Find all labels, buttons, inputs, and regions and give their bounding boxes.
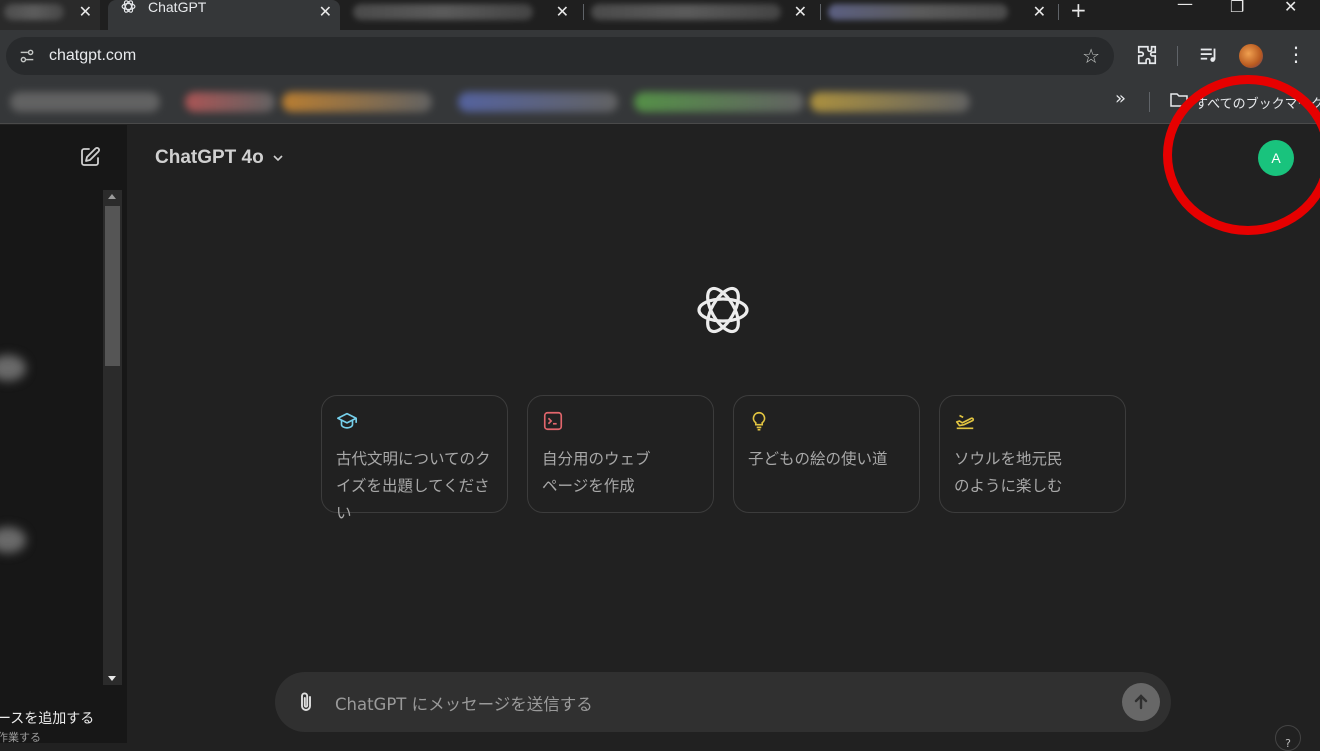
suggestion-text: 自分用のウェブ ページを作成 xyxy=(542,450,651,495)
browser-toolbar: chatgpt.com ☆ ⋮ xyxy=(0,30,1320,80)
bookmark-item[interactable] xyxy=(810,92,970,112)
chevron-down-icon xyxy=(273,155,283,162)
tab-close-icon[interactable]: ✕ xyxy=(79,2,92,21)
window-close-button[interactable]: ✕ xyxy=(1284,0,1297,16)
browser-tab-active[interactable]: ChatGPT ✕ xyxy=(108,0,340,30)
tab-close-icon[interactable]: ✕ xyxy=(794,2,807,21)
url-text[interactable]: chatgpt.com xyxy=(49,47,136,65)
tab-close-icon[interactable]: ✕ xyxy=(556,2,569,21)
browser-tab[interactable]: ✕ xyxy=(822,0,1054,30)
openai-logo-icon xyxy=(697,286,749,334)
suggestion-text: 古代文明についてのク イズを出題してください xyxy=(336,450,491,522)
bookmark-item[interactable] xyxy=(282,92,432,112)
chat-sidebar: ースを追加する 作業する xyxy=(0,125,127,744)
bookmark-item[interactable] xyxy=(634,92,804,112)
browser-tab[interactable]: ✕ xyxy=(0,0,100,30)
suggestion-card[interactable]: 自分用のウェブ ページを作成 xyxy=(527,395,714,513)
help-label: ? xyxy=(1285,737,1291,750)
tab-title: ChatGPT xyxy=(148,0,207,15)
lightbulb-icon xyxy=(752,411,766,431)
scroll-up-arrow-icon[interactable] xyxy=(108,194,116,199)
bookmark-item[interactable] xyxy=(10,92,160,112)
suggestion-text: ソウルを地元民 のように楽しむ xyxy=(954,450,1063,495)
message-input[interactable]: ChatGPT にメッセージを送信する xyxy=(335,691,593,715)
site-settings-icon[interactable] xyxy=(18,47,36,65)
arrow-up-icon xyxy=(1134,694,1148,710)
address-bar[interactable]: chatgpt.com ☆ xyxy=(6,37,1114,75)
graduation-cap-icon xyxy=(337,412,357,429)
highlight-circle xyxy=(1163,75,1320,235)
bookmark-item[interactable] xyxy=(458,92,618,112)
tab-close-icon[interactable]: ✕ xyxy=(1033,2,1046,21)
scrollbar-thumb[interactable] xyxy=(105,206,120,366)
tab-close-icon[interactable]: ✕ xyxy=(319,2,332,21)
model-selector-label: ChatGPT 4o xyxy=(155,147,264,168)
suggestion-cards: 古代文明についてのク イズを出題してください 自分用のウェブ ページを作成 子どもの… xyxy=(321,395,1126,522)
terminal-icon xyxy=(543,411,563,431)
suggestion-card[interactable]: 子どもの絵の使い道 xyxy=(733,395,920,513)
model-selector[interactable]: ChatGPT 4o xyxy=(155,147,284,169)
minimize-button[interactable]: — xyxy=(1177,0,1193,13)
chat-main: ChatGPT 4o A 古代文明についてのク イズを出題してください 自分用のウ… xyxy=(127,125,1320,751)
bookmark-star-icon[interactable]: ☆ xyxy=(1082,44,1100,68)
bookmarks-overflow-button[interactable]: » xyxy=(1115,88,1126,109)
restore-button[interactable]: ❐ xyxy=(1230,0,1244,16)
browser-tab-strip: ✕ ChatGPT ✕ ✕ ✕ ✕ + — ❐ ✕ xyxy=(0,0,1320,30)
extensions-icon[interactable] xyxy=(1136,44,1158,66)
help-button[interactable]: ? xyxy=(1275,725,1301,751)
browser-menu-icon[interactable]: ⋮ xyxy=(1286,42,1308,66)
browser-tab[interactable]: ✕ xyxy=(345,0,577,30)
scroll-down-arrow-icon[interactable] xyxy=(108,676,116,681)
chatgpt-favicon-icon xyxy=(121,0,136,13)
sidebar-add-item[interactable]: ースを追加する xyxy=(0,708,94,728)
new-chat-edit-icon[interactable] xyxy=(78,145,102,169)
media-controls-icon[interactable] xyxy=(1198,44,1220,66)
suggestion-card[interactable]: 古代文明についてのク イズを出題してください xyxy=(321,395,508,522)
message-composer[interactable]: ChatGPT にメッセージを送信する xyxy=(275,672,1171,732)
suggestion-card[interactable]: ソウルを地元民 のように楽しむ xyxy=(939,395,1126,513)
new-tab-button[interactable]: + xyxy=(1070,0,1087,22)
airplane-icon xyxy=(955,414,975,430)
paperclip-icon[interactable] xyxy=(295,690,317,714)
bookmark-item[interactable] xyxy=(185,92,275,112)
send-button[interactable] xyxy=(1122,683,1160,721)
bookmarks-bar: » すべてのブックマーク xyxy=(0,80,1320,124)
profile-avatar[interactable] xyxy=(1239,44,1263,68)
browser-tab[interactable]: ✕ xyxy=(585,0,815,30)
sidebar-scrollbar[interactable] xyxy=(103,190,122,685)
suggestion-text: 子どもの絵の使い道 xyxy=(748,450,888,468)
